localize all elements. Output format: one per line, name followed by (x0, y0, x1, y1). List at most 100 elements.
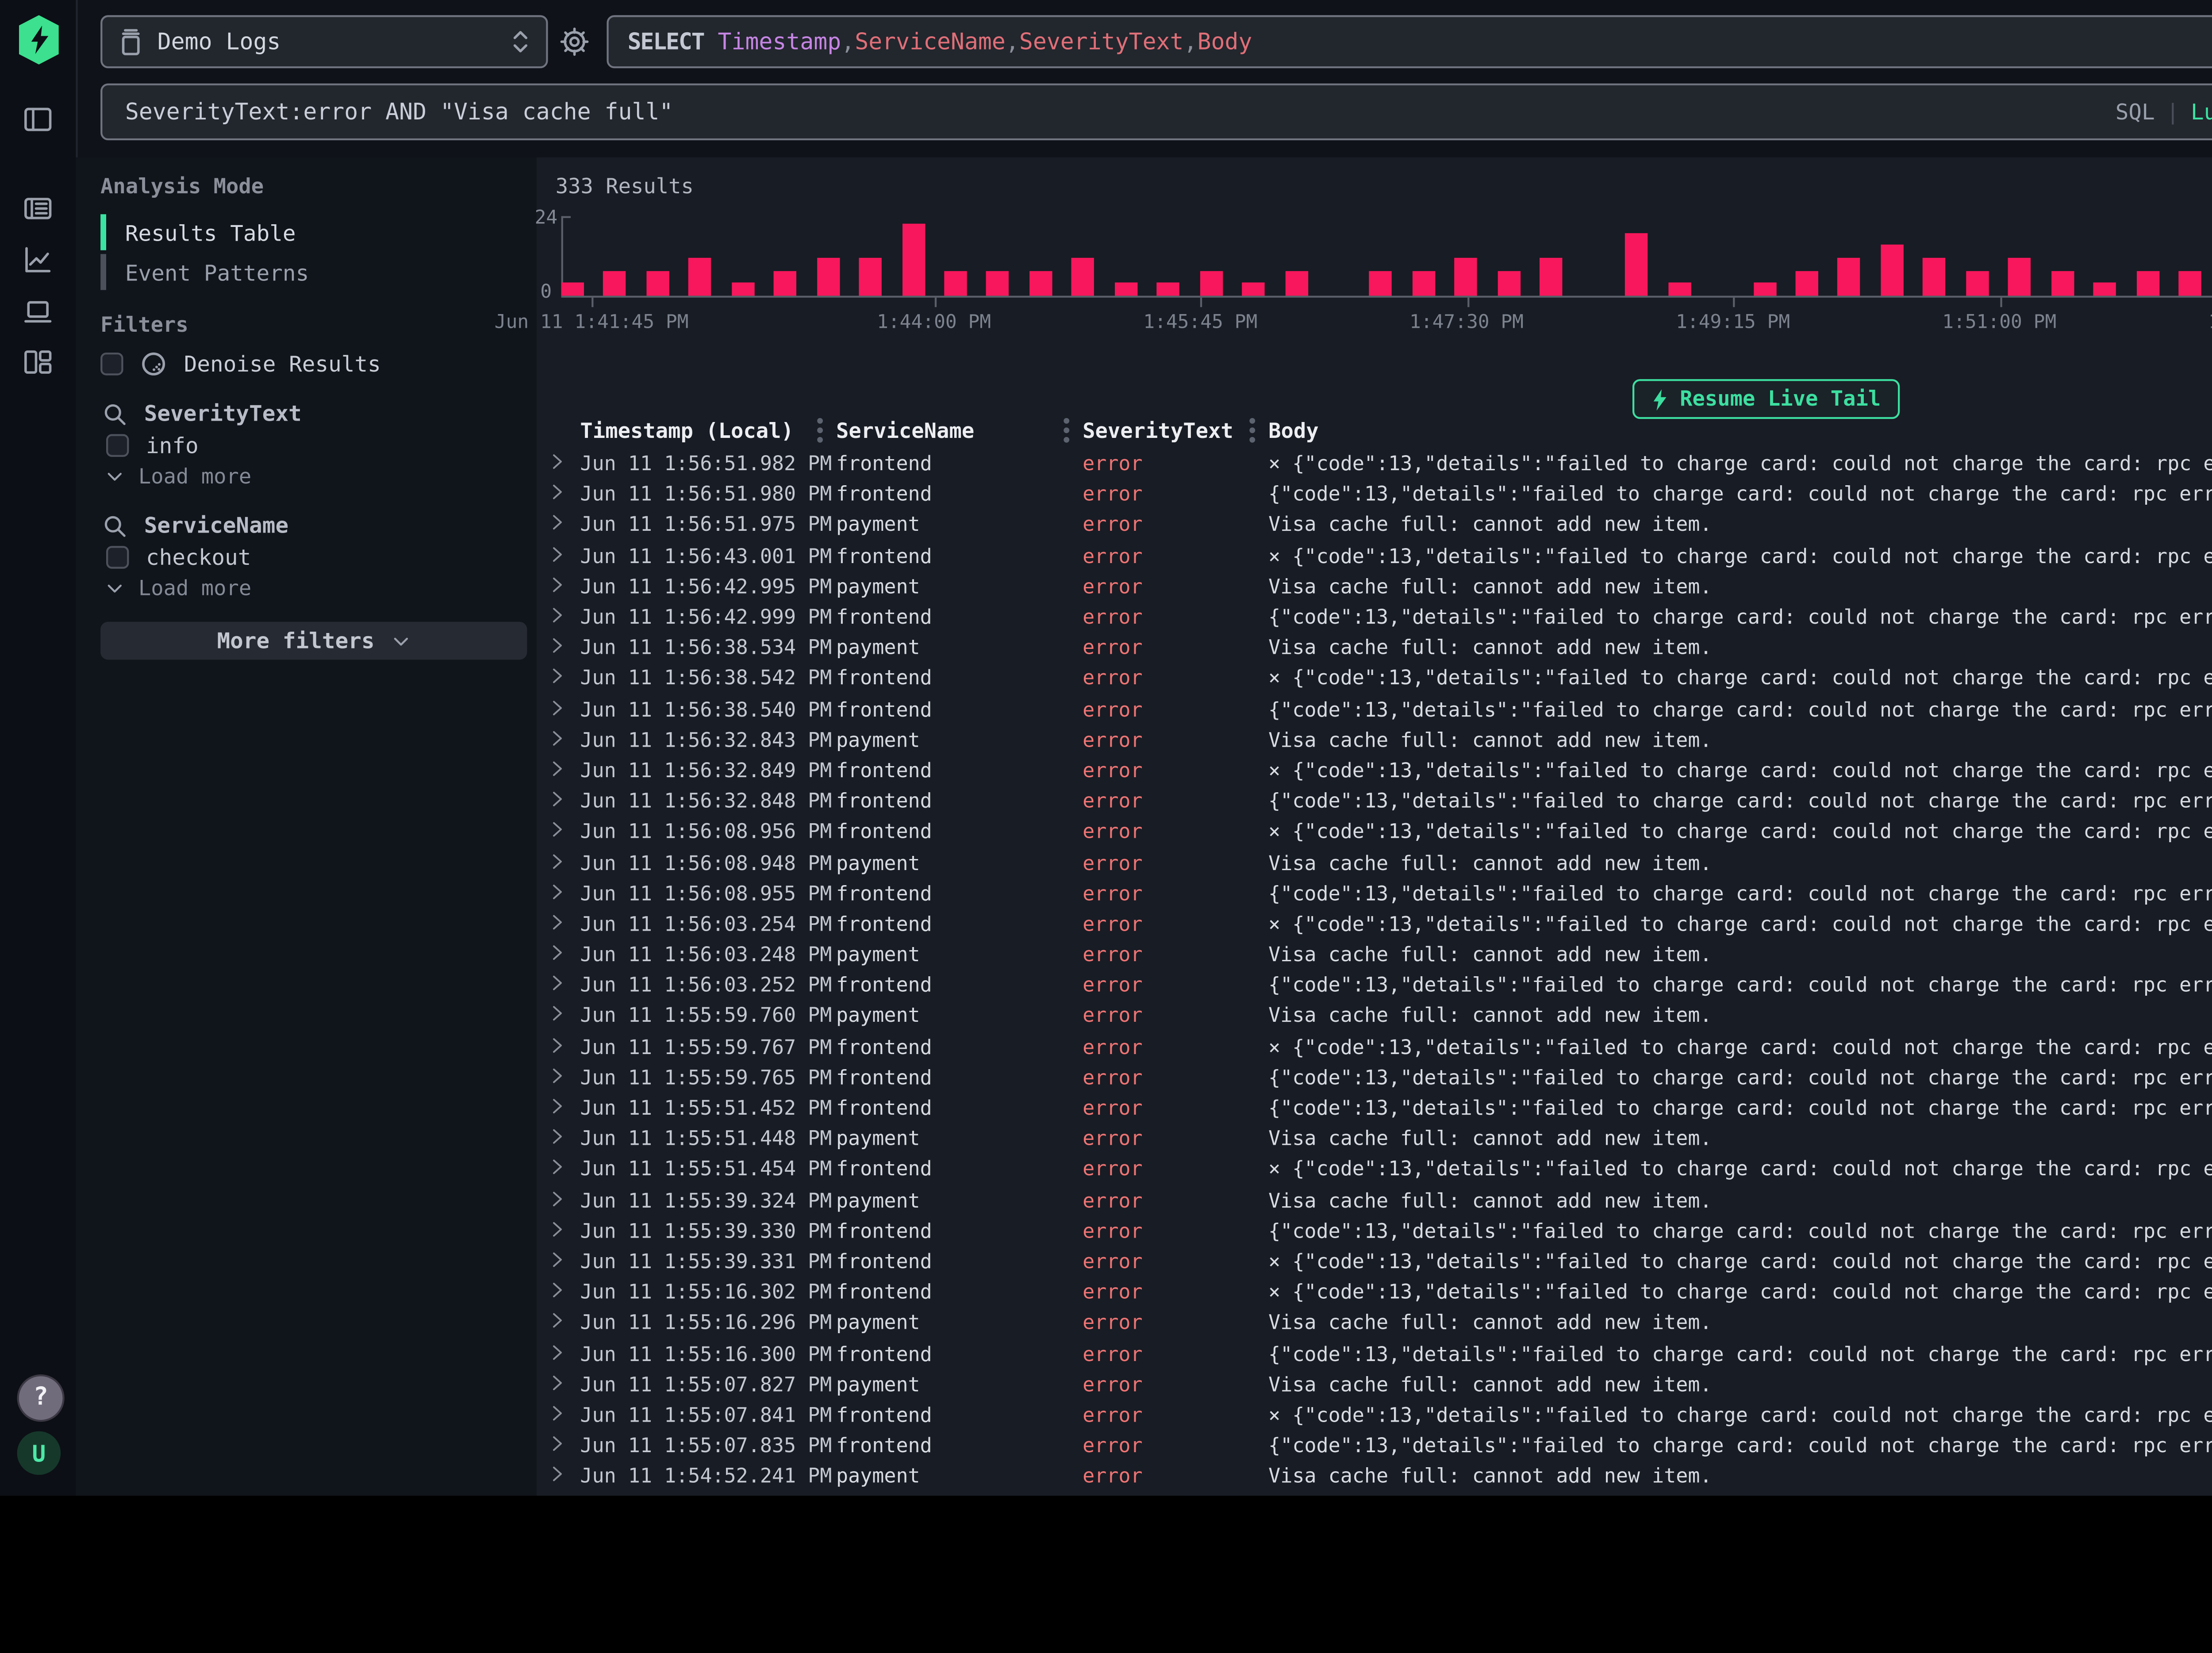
logs-notebook-icon[interactable] (23, 193, 53, 224)
user-avatar[interactable]: U (17, 1431, 61, 1475)
row-expand-icon[interactable] (537, 1466, 580, 1488)
histogram-bar[interactable] (2008, 258, 2031, 296)
load-more-servicename[interactable]: Load more (104, 576, 252, 601)
histogram-bar[interactable] (2136, 271, 2158, 296)
histogram-bar[interactable] (731, 283, 754, 296)
search-query-input[interactable]: SeverityText:error AND "Visa cache full"… (100, 84, 2212, 141)
row-expand-icon[interactable] (537, 1343, 580, 1366)
histogram-bar[interactable] (646, 271, 669, 296)
results-histogram[interactable] (561, 220, 2212, 295)
col-severitytext[interactable]: SeverityText (1083, 418, 1268, 443)
table-row[interactable]: Jun 11 1:55:51.452 PMfrontenderror{"code… (537, 1094, 2212, 1124)
histogram-bar[interactable] (1668, 283, 1690, 296)
help-button[interactable]: ? (17, 1374, 65, 1422)
histogram-bar[interactable] (817, 258, 839, 296)
table-row[interactable]: Jun 11 1:56:03.252 PMfrontenderror{"code… (537, 971, 2212, 1001)
load-more-severitytext[interactable]: Load more (104, 464, 252, 489)
histogram-bar[interactable] (2093, 283, 2116, 296)
select-query-editor[interactable]: SELECT Timestamp, ServiceName, SeverityT… (607, 15, 2212, 68)
row-expand-icon[interactable] (537, 637, 580, 660)
histogram-bar[interactable] (1370, 271, 1392, 296)
row-expand-icon[interactable] (537, 729, 580, 752)
table-row[interactable]: Jun 11 1:56:03.254 PMfrontenderror× {"co… (537, 909, 2212, 940)
histogram-bar[interactable] (902, 223, 924, 295)
table-row[interactable]: Jun 11 1:55:16.296 PMpaymenterrorVisa ca… (537, 1308, 2212, 1339)
histogram-bar[interactable] (1795, 271, 1818, 296)
table-row[interactable]: Jun 11 1:56:08.955 PMfrontenderror{"code… (537, 879, 2212, 909)
row-expand-icon[interactable] (537, 1005, 580, 1028)
histogram-bar[interactable] (1455, 258, 1478, 296)
histogram-bar[interactable] (1498, 271, 1520, 296)
table-row[interactable]: Jun 11 1:55:51.448 PMpaymenterrorVisa ca… (537, 1124, 2212, 1155)
histogram-bar[interactable] (1881, 245, 1903, 295)
table-row[interactable]: Jun 11 1:55:39.324 PMpaymenterrorVisa ca… (537, 1186, 2212, 1216)
table-row[interactable]: Jun 11 1:55:07.841 PMfrontenderror× {"co… (537, 1400, 2212, 1431)
filter-group-servicename[interactable]: ServiceName (102, 512, 288, 538)
histogram-bar[interactable] (1242, 283, 1265, 296)
table-row[interactable]: Jun 11 1:56:32.843 PMpaymenterrorVisa ca… (537, 725, 2212, 756)
histogram-bar[interactable] (1157, 283, 1179, 296)
table-row[interactable]: Jun 11 1:55:59.760 PMpaymenterrorVisa ca… (537, 1001, 2212, 1032)
table-row[interactable]: Jun 11 1:56:51.982 PMfrontenderror× {"co… (537, 449, 2212, 480)
table-row[interactable]: Jun 11 1:56:03.248 PMpaymenterrorVisa ca… (537, 940, 2212, 971)
dashboard-layout-icon[interactable] (23, 347, 53, 377)
histogram-bar[interactable] (1625, 233, 1648, 296)
histogram-bar[interactable] (1285, 271, 1307, 296)
row-expand-icon[interactable] (537, 1098, 580, 1120)
dataset-selector[interactable]: Demo Logs (100, 15, 548, 68)
row-expand-icon[interactable] (537, 1220, 580, 1243)
histogram-bar[interactable] (944, 271, 967, 296)
col-timestamp[interactable]: Timestamp (Local) (580, 418, 836, 443)
table-row[interactable]: Jun 11 1:54:52.241 PMpaymenterrorVisa ca… (537, 1462, 2212, 1492)
row-expand-icon[interactable] (537, 1435, 580, 1458)
row-expand-icon[interactable] (537, 791, 580, 813)
row-expand-icon[interactable] (537, 514, 580, 537)
table-row[interactable]: Jun 11 1:55:51.454 PMfrontenderror× {"co… (537, 1155, 2212, 1185)
table-row[interactable]: Jun 11 1:56:51.975 PMpaymenterrorVisa ca… (537, 510, 2212, 541)
row-expand-icon[interactable] (537, 607, 580, 629)
row-expand-icon[interactable] (537, 453, 580, 476)
table-row[interactable]: Jun 11 1:56:38.542 PMfrontenderror× {"co… (537, 664, 2212, 694)
row-expand-icon[interactable] (537, 1067, 580, 1089)
denoise-results-toggle[interactable]: Denoise Results (100, 351, 381, 377)
mode-sql[interactable]: SQL (2116, 99, 2155, 125)
row-expand-icon[interactable] (537, 1282, 580, 1304)
row-expand-icon[interactable] (537, 1190, 580, 1212)
table-row[interactable]: Jun 11 1:56:42.995 PMpaymenterrorVisa ca… (537, 572, 2212, 602)
table-row[interactable]: Jun 11 1:56:32.848 PMfrontenderror{"code… (537, 787, 2212, 817)
more-filters-button[interactable]: More filters (100, 622, 527, 660)
histogram-bar[interactable] (604, 271, 626, 296)
col-servicename[interactable]: ServiceName (836, 418, 1083, 443)
mode-lucene[interactable]: Lucene (2191, 99, 2212, 125)
checkout-checkbox[interactable] (106, 546, 129, 568)
table-row[interactable]: Jun 11 1:56:32.849 PMfrontenderror× {"co… (537, 756, 2212, 786)
row-expand-icon[interactable] (537, 699, 580, 721)
histogram-bar[interactable] (1029, 271, 1052, 296)
histogram-bar[interactable] (1753, 283, 1775, 296)
row-expand-icon[interactable] (537, 944, 580, 967)
gear-icon[interactable] (559, 27, 590, 57)
table-row[interactable]: Jun 11 1:55:07.835 PMfrontenderror{"code… (537, 1431, 2212, 1462)
table-row[interactable]: Jun 11 1:55:39.330 PMfrontenderror{"code… (537, 1216, 2212, 1247)
histogram-bar[interactable] (1838, 258, 1860, 296)
histogram-bar[interactable] (1966, 271, 1988, 296)
panel-left-icon[interactable] (23, 104, 53, 135)
sidebar-item-results-table[interactable]: Results Table (100, 214, 518, 250)
row-expand-icon[interactable] (537, 1374, 580, 1396)
row-expand-icon[interactable] (537, 668, 580, 690)
filter-group-severitytext[interactable]: SeverityText (102, 400, 301, 426)
table-row[interactable]: Jun 11 1:55:39.331 PMfrontenderror× {"co… (537, 1247, 2212, 1277)
histogram-bar[interactable] (774, 271, 797, 296)
row-expand-icon[interactable] (537, 1159, 580, 1181)
column-resize-handle[interactable] (1249, 418, 1255, 443)
histogram-bar[interactable] (689, 258, 711, 296)
histogram-bar[interactable] (2178, 271, 2201, 296)
histogram-bar[interactable] (859, 258, 882, 296)
histogram-bar[interactable] (1540, 258, 1563, 296)
column-resize-handle[interactable] (817, 418, 823, 443)
row-expand-icon[interactable] (537, 883, 580, 905)
row-expand-icon[interactable] (537, 576, 580, 598)
query-mode-toggle[interactable]: SQL|Lucene (2116, 99, 2212, 125)
row-expand-icon[interactable] (537, 852, 580, 875)
row-expand-icon[interactable] (537, 1128, 580, 1151)
